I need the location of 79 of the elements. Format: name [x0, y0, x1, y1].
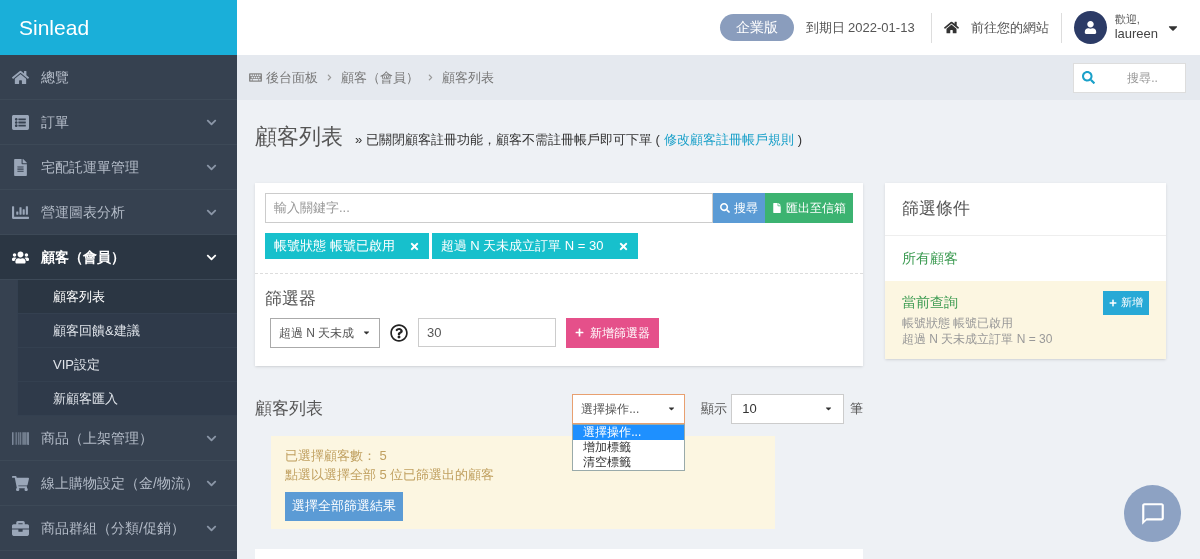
- search-field[interactable]: 搜尋..: [1073, 62, 1186, 93]
- sidebar-label: 總覽: [41, 67, 70, 87]
- chevron-right-icon: [326, 74, 333, 81]
- barcode-icon: [12, 429, 29, 447]
- value-field[interactable]: 30: [418, 318, 556, 347]
- filter-tag-label: 超過 N 天未成立訂單 N = 30: [440, 237, 604, 256]
- user-name: laureen: [1114, 26, 1158, 43]
- home-icon: [12, 68, 29, 86]
- list-title: 顧客列表: [255, 397, 324, 420]
- per-page-select[interactable]: 10: [731, 393, 844, 424]
- registration-note: » 已關閉顧客註冊功能，顧客不需註冊帳戶即可下單 ( 修改顧客註冊帳戶規則 ): [355, 131, 803, 149]
- action-select[interactable]: 選擇操作...: [572, 393, 686, 424]
- keyword-field[interactable]: 輸入關鍵字...: [265, 193, 713, 223]
- submenu-item[interactable]: 顧客回饋&建議: [17, 314, 237, 348]
- conditions-title: 篩選條件: [885, 183, 1166, 236]
- filter-select[interactable]: 超過 N 天未成: [270, 317, 380, 348]
- plan-badge: 企業版: [719, 14, 794, 41]
- document-icon: [12, 158, 29, 176]
- help-icon[interactable]: [390, 323, 408, 342]
- cart-icon: [12, 474, 29, 492]
- sidebar-label: 商品群組（分類/促銷）: [41, 518, 186, 538]
- query-condition: 超過 N 天未成立訂單 N = 30: [902, 330, 1054, 347]
- sidebar-item[interactable]: 線上購物設定（金/物流）: [0, 461, 237, 506]
- breadcrumb-link[interactable]: 顧客（會員）: [341, 67, 419, 88]
- remove-icon[interactable]: [408, 240, 420, 252]
- show-label: 顯示: [701, 399, 728, 418]
- search-icon: [1082, 70, 1095, 84]
- submenu-item[interactable]: 新顧客匯入: [17, 382, 237, 416]
- filter-title: 篩選器: [265, 288, 317, 310]
- dropdown-option[interactable]: 選擇操作...: [573, 424, 685, 440]
- sidebar-item[interactable]: 顧客（會員）: [0, 235, 237, 280]
- keyboard-icon: [249, 71, 262, 84]
- plus-icon: [1109, 298, 1117, 307]
- caret-icon: [362, 328, 371, 337]
- submenu-item[interactable]: 顧客列表: [17, 280, 237, 314]
- remove-icon[interactable]: [617, 240, 629, 252]
- sidebar-item[interactable]: 宅配託運單管理: [0, 145, 237, 190]
- search-icon: [720, 203, 730, 213]
- chevron-right-icon: [427, 74, 434, 81]
- sidebar-label: 宅配託運單管理: [41, 157, 140, 177]
- submenu-item[interactable]: VIP設定: [17, 348, 237, 382]
- add-filter-button[interactable]: 新增篩選器: [566, 317, 659, 348]
- sidebar-item[interactable]: 訂單: [0, 100, 237, 145]
- sidebar-label: 營運圖表分析: [41, 202, 126, 222]
- caret-icon: [824, 404, 833, 413]
- user-avatar[interactable]: [1073, 11, 1107, 44]
- expiry-date: 到期日 2022-01-13: [805, 18, 915, 37]
- selection-hint: 點選以選擇全部 5 位已篩選出的顧客: [285, 466, 495, 484]
- briefcase-icon: [12, 519, 29, 537]
- sidebar-label: 線上購物設定（金/物流）: [41, 473, 200, 493]
- current-query-title: 當前查詢: [902, 293, 958, 312]
- all-customers-link[interactable]: 所有顧客: [885, 235, 1166, 281]
- breadcrumb-link[interactable]: 顧客列表: [442, 67, 494, 88]
- page-title: 顧客列表: [255, 123, 343, 151]
- user-icon: [1083, 21, 1097, 34]
- sidebar-label: 商品（上架管理）: [41, 428, 154, 448]
- chat-icon: [1139, 500, 1166, 527]
- home-icon: [943, 20, 959, 35]
- dropdown-option[interactable]: 清空標籤: [573, 454, 685, 470]
- list-icon: [12, 113, 29, 131]
- caret-icon: [667, 404, 677, 413]
- plus-icon: [575, 328, 584, 337]
- sidebar-item[interactable]: 商品（上架管理）: [0, 416, 237, 461]
- sidebar-label: 訂單: [41, 112, 70, 132]
- select-all-button[interactable]: 選擇全部篩選結果: [285, 491, 403, 521]
- bar-chart-icon: [12, 203, 29, 221]
- search-button[interactable]: 搜尋: [713, 193, 765, 223]
- unit-label: 筆: [850, 399, 863, 418]
- sidebar-label: 顧客（會員）: [41, 247, 126, 267]
- selected-count: 已選擇顧客數： 5: [285, 446, 387, 465]
- greeting: 歡迎,: [1114, 12, 1141, 27]
- website-link[interactable]: 前往您的網站: [970, 17, 1049, 38]
- breadcrumb-link[interactable]: 後台面板: [266, 67, 318, 88]
- sidebar-item[interactable]: 商品群組（分類/促銷）: [0, 506, 237, 551]
- query-condition: 帳號狀態 帳號已啟用: [902, 314, 1015, 331]
- filter-tag-label: 帳號狀態 帳號已啟用: [274, 237, 395, 256]
- document-icon: [772, 203, 782, 213]
- chat-button[interactable]: [1124, 485, 1181, 542]
- dropdown-option[interactable]: 增加標籤: [573, 439, 685, 455]
